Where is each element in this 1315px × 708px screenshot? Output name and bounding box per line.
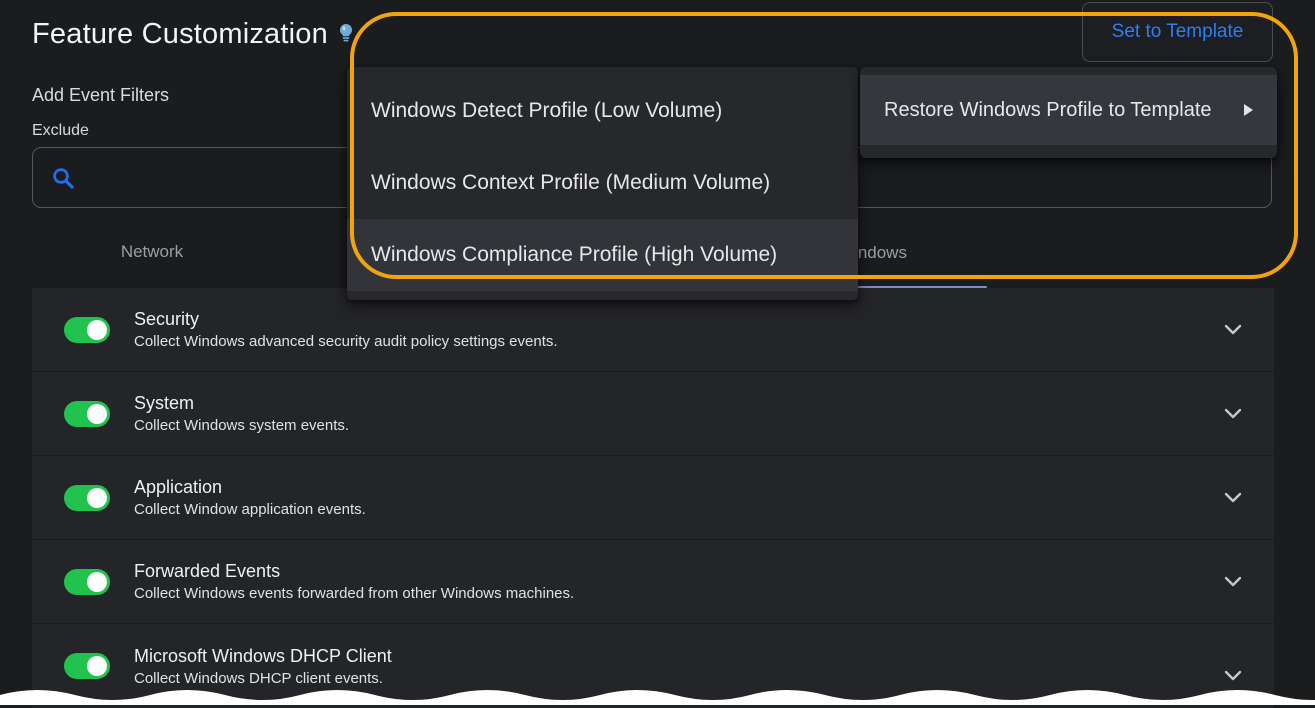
chevron-down-icon[interactable] — [1224, 670, 1242, 682]
profile-dropdown-menu: Windows Detect Profile (Low Volume) Wind… — [347, 67, 858, 300]
menu-item-restore-windows-profile[interactable]: Restore Windows Profile to Template — [860, 75, 1277, 145]
submenu-item-label: Restore Windows Profile to Template — [884, 99, 1230, 122]
feature-description: Collect Windows events forwarded from ot… — [134, 585, 574, 602]
add-event-filters-label: Add Event Filters — [32, 85, 169, 106]
feature-title: Application — [134, 477, 366, 498]
toggle-knob — [87, 404, 107, 424]
feature-description: Collect Window application events. — [134, 501, 366, 518]
feature-description: Collect Windows advanced security audit … — [134, 333, 558, 350]
exclude-label: Exclude — [32, 122, 89, 140]
feature-row-system: System Collect Windows system events. — [32, 372, 1274, 455]
feature-title: Microsoft Windows DHCP Client — [134, 646, 392, 667]
feature-title: Forwarded Events — [134, 561, 574, 582]
feature-description: Collect Windows system events. — [134, 417, 349, 434]
toggle-dhcp-client[interactable] — [64, 653, 110, 679]
toggle-knob — [87, 572, 107, 592]
toggle-knob — [87, 488, 107, 508]
chevron-down-icon[interactable] — [1224, 408, 1242, 420]
toggle-forwarded-events[interactable] — [64, 569, 110, 595]
chevron-down-icon[interactable] — [1224, 492, 1242, 504]
page-title: Feature Customization — [32, 18, 328, 51]
lightbulb-icon[interactable] — [338, 23, 354, 43]
feature-title: System — [134, 393, 349, 414]
toggle-knob — [87, 656, 107, 676]
feature-description: Collect Windows DHCP client events. — [134, 670, 392, 687]
search-icon — [51, 166, 75, 190]
feature-row-dhcp-client: Microsoft Windows DHCP Client Collect Wi… — [32, 624, 1274, 708]
toggle-security[interactable] — [64, 317, 110, 343]
feature-row-application: Application Collect Window application e… — [32, 456, 1274, 539]
chevron-down-icon[interactable] — [1224, 576, 1242, 588]
restore-submenu-panel: Restore Windows Profile to Template — [860, 67, 1277, 158]
tab-network[interactable]: Network — [62, 242, 242, 262]
menu-item-windows-context-profile[interactable]: Windows Context Profile (Medium Volume) — [347, 147, 858, 219]
chevron-down-icon[interactable] — [1224, 324, 1242, 336]
toggle-knob — [87, 320, 107, 340]
chevron-right-icon — [1244, 104, 1253, 116]
toggle-system[interactable] — [64, 401, 110, 427]
feature-title: Security — [134, 309, 558, 330]
menu-item-windows-compliance-profile[interactable]: Windows Compliance Profile (High Volume) — [347, 219, 858, 291]
set-to-template-button[interactable]: Set to Template — [1082, 2, 1273, 62]
feature-row-forwarded-events: Forwarded Events Collect Windows events … — [32, 540, 1274, 623]
menu-item-windows-detect-profile[interactable]: Windows Detect Profile (Low Volume) — [347, 75, 858, 147]
feature-row-security: Security Collect Windows advanced securi… — [32, 288, 1274, 371]
toggle-application[interactable] — [64, 485, 110, 511]
